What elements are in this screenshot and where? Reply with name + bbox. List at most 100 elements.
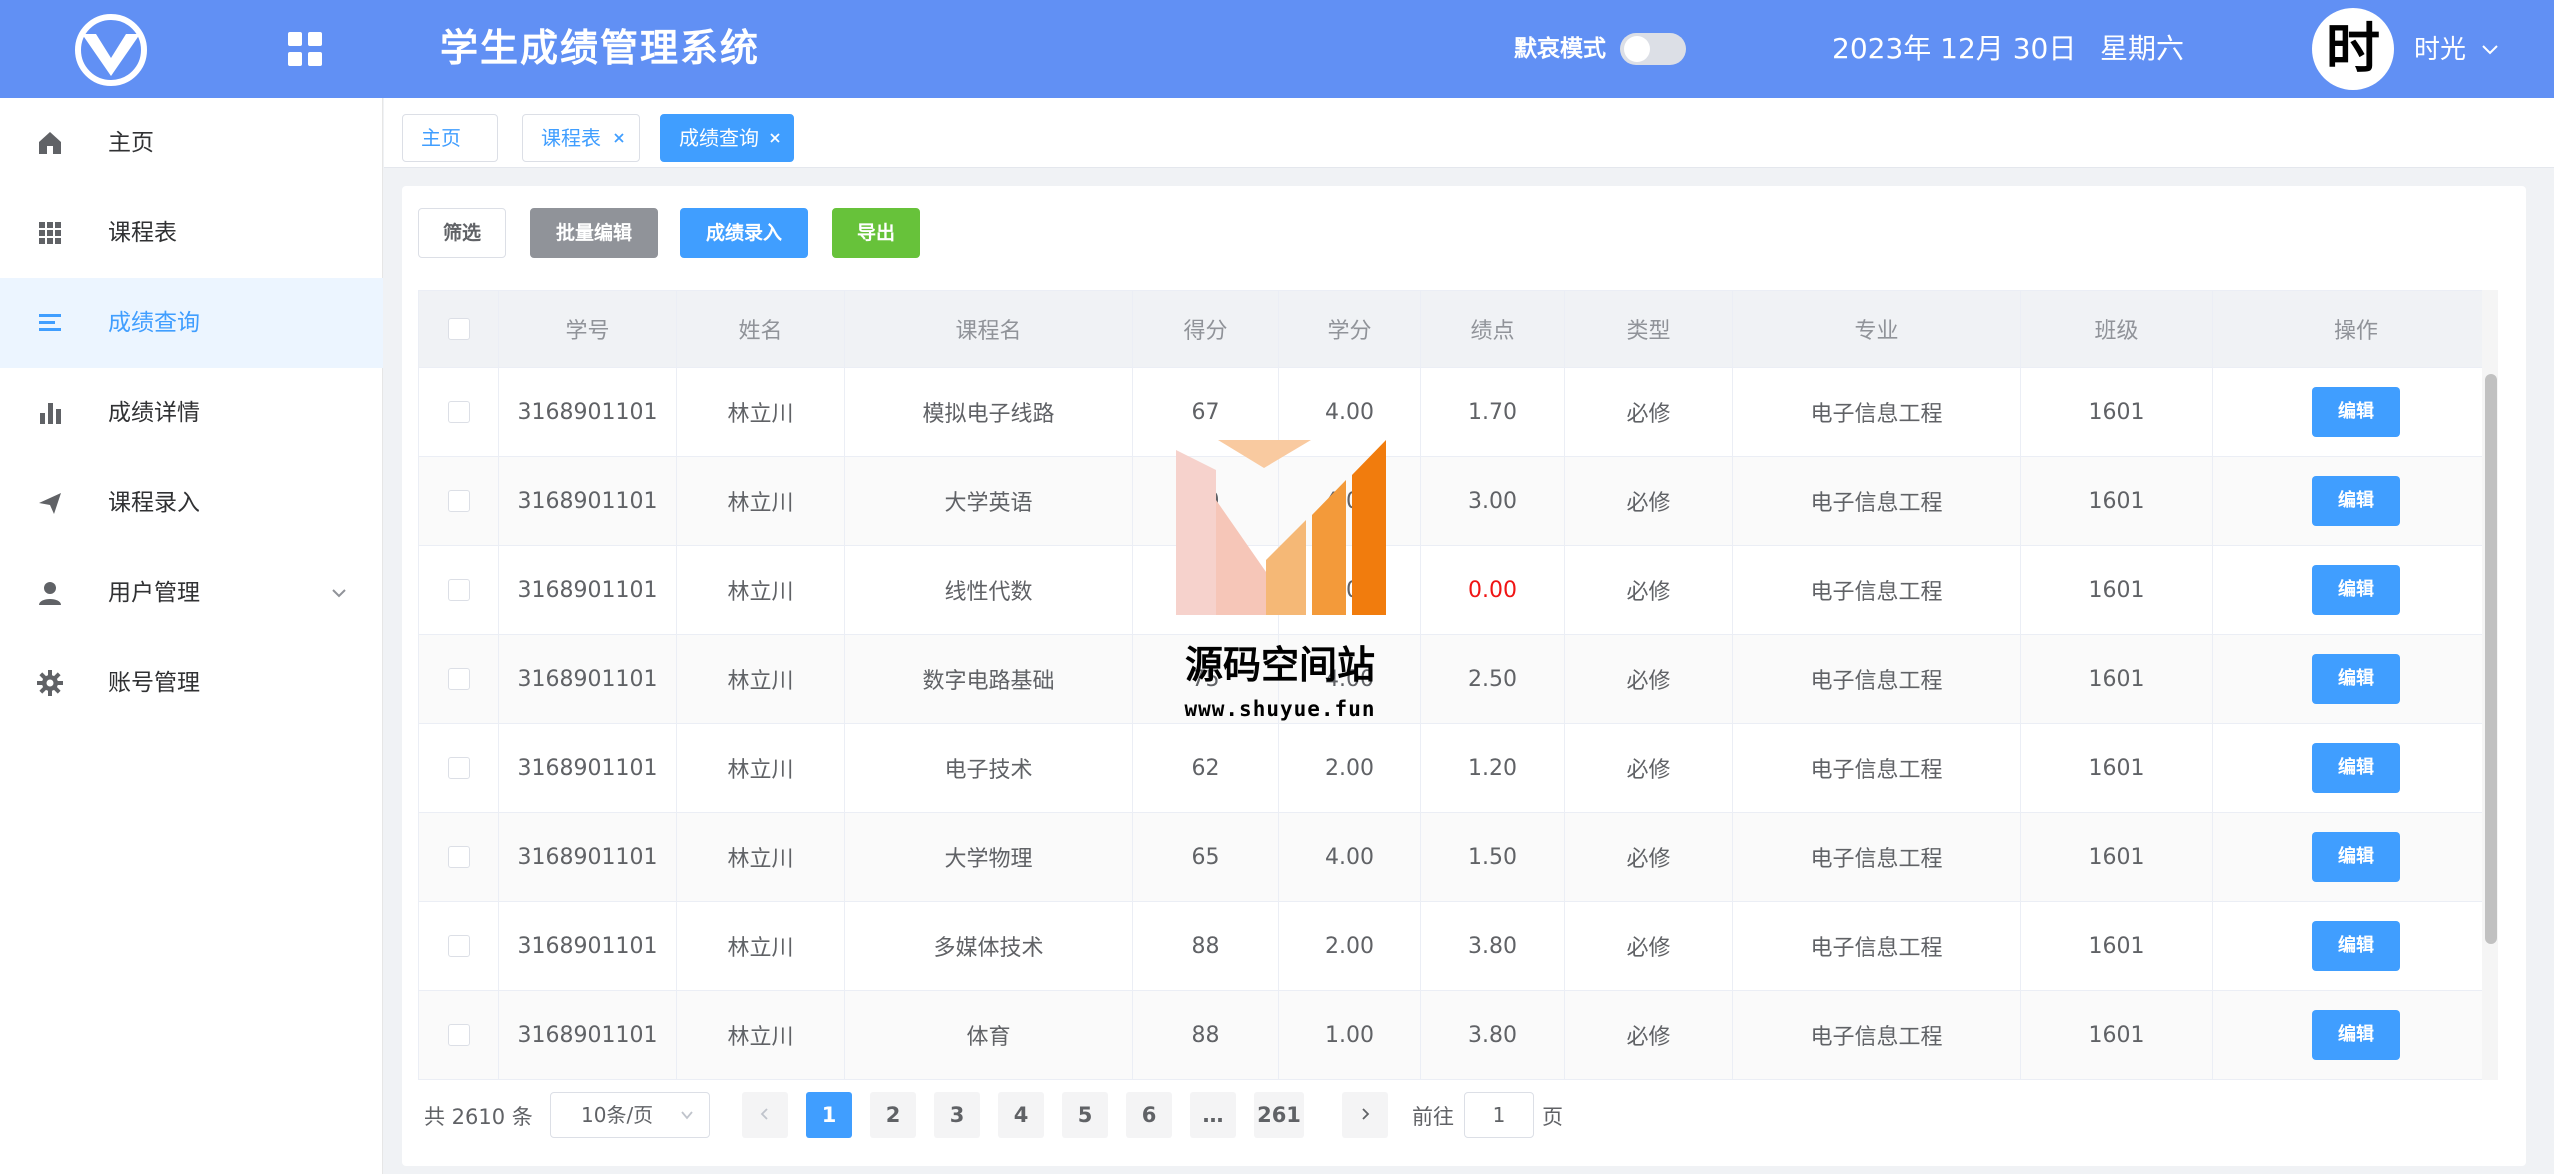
mourning-mode-toggle[interactable]: [1620, 33, 1686, 65]
row-checkbox[interactable]: [447, 668, 470, 690]
user-icon: [39, 582, 61, 605]
table-row[interactable]: 3168901101 林立川 电子技术 62 2.00 1.20 必修 电子信息工程 1601 编…: [419, 723, 2497, 812]
row-select-cell: [419, 368, 499, 456]
table-row[interactable]: 3168901101 林立川 体育 88 1.00 3.80 必修 电子信息工程 1601 编辑: [419, 990, 2497, 1079]
page-button[interactable]: 3: [934, 1092, 980, 1138]
column-header[interactable]: 得分: [1133, 291, 1279, 367]
pagination: 共 2610 条 10条/页 123456 … 261 前往 页: [402, 1092, 2526, 1142]
chevron-down-icon[interactable]: [2480, 40, 2500, 60]
table-row[interactable]: 3168901101 林立川 大学物理 65 4.00 1.50 必修 电子信息工程 1601 编…: [419, 812, 2497, 901]
row-checkbox[interactable]: [447, 1024, 470, 1046]
table-row[interactable]: 3168901101 林立川 数字电路基础 75 4.00 2.50 必修 电子信息工程 160…: [419, 634, 2497, 723]
page-size-select[interactable]: 10条/页: [550, 1092, 710, 1138]
column-header[interactable]: 班级: [2021, 291, 2213, 367]
username-dropdown[interactable]: 时光: [2414, 30, 2466, 70]
next-page-button[interactable]: [1342, 1092, 1388, 1138]
type-cell: 必修: [1565, 724, 1733, 812]
tab-label: 主页: [421, 126, 461, 150]
course-cell: 线性代数: [845, 546, 1133, 634]
edit-button[interactable]: 编辑: [2312, 565, 2400, 615]
class-cell: 1601: [2021, 813, 2213, 901]
tab-grade-query[interactable]: 成绩查询: [660, 114, 794, 162]
avatar[interactable]: 时: [2312, 8, 2394, 90]
edit-button[interactable]: 编辑: [2312, 1010, 2400, 1060]
prev-page-button[interactable]: [742, 1092, 788, 1138]
gpa-cell: 1.20: [1421, 724, 1565, 812]
table-row[interactable]: 3168901101 林立川 多媒体技术 88 2.00 3.80 必修 电子信息工程 1601…: [419, 901, 2497, 990]
column-header: 操作: [2333, 319, 2378, 344]
course-cell: 模拟电子线路: [845, 368, 1133, 456]
scrollbar-thumb[interactable]: [2485, 374, 2497, 944]
grade-entry-button[interactable]: 成绩录入: [680, 208, 808, 258]
table-scrollbar[interactable]: [2482, 290, 2498, 1080]
tab-timetable[interactable]: 课程表: [522, 114, 640, 162]
name-cell: 林立川: [677, 457, 845, 545]
close-icon[interactable]: [611, 130, 627, 146]
row-checkbox[interactable]: [447, 757, 470, 779]
filter-button[interactable]: 筛选: [418, 208, 506, 258]
action-cell: 编辑: [2213, 368, 2497, 456]
column-header[interactable]: 学分: [1279, 291, 1421, 367]
collapse-menu-icon[interactable]: [288, 32, 324, 68]
page-button[interactable]: 5: [1062, 1092, 1108, 1138]
table-row[interactable]: 3168901101林立川线性代数434.000.00必修电子信息工程1601编…: [419, 545, 2497, 634]
column-header[interactable]: 姓名: [677, 291, 845, 367]
gpa-cell: 3.80: [1421, 902, 1565, 990]
score-cell: 88: [1133, 902, 1279, 990]
class-cell: 1601: [2021, 635, 2213, 723]
column-header[interactable]: 学号: [499, 291, 677, 367]
sidebar-item-home[interactable]: 主页: [0, 98, 383, 188]
edit-button[interactable]: 编辑: [2312, 476, 2400, 526]
row-checkbox[interactable]: [447, 846, 470, 868]
page-button[interactable]: 261: [1254, 1092, 1304, 1138]
edit-button[interactable]: 编辑: [2312, 743, 2400, 793]
row-checkbox[interactable]: [447, 579, 470, 601]
sidebar-item-label: 课程录入: [108, 490, 200, 516]
course-cell: 多媒体技术: [845, 902, 1133, 990]
edit-button[interactable]: 编辑: [2312, 921, 2400, 971]
column-header[interactable]: 课程名: [845, 291, 1133, 367]
current-weekday: 星期六: [2100, 32, 2185, 65]
sidebar-item-grade-detail[interactable]: 成绩详情: [0, 368, 383, 458]
sidebar-item-account-management[interactable]: 账号管理: [0, 638, 383, 728]
gpa-cell: 1.50: [1421, 813, 1565, 901]
column-header[interactable]: 绩点: [1421, 291, 1565, 367]
page-button[interactable]: 1: [806, 1092, 852, 1138]
goto-page-input[interactable]: [1464, 1092, 1534, 1138]
edit-button[interactable]: 编辑: [2312, 387, 2400, 437]
major-cell: 电子信息工程: [1733, 368, 2021, 456]
tab-home[interactable]: 主页: [402, 114, 498, 162]
sidebar-item-label: 账号管理: [108, 670, 200, 696]
table-row[interactable]: 3168901101 林立川 模拟电子线路 67 4.00 1.70 必修 电子信息工程 160…: [419, 367, 2497, 456]
action-cell: 编辑: [2213, 635, 2497, 723]
major-cell: 电子信息工程: [1733, 635, 2021, 723]
sidebar-item-timetable[interactable]: 课程表: [0, 188, 383, 278]
export-button[interactable]: 导出: [832, 208, 920, 258]
page-button[interactable]: 6: [1126, 1092, 1172, 1138]
chevron-left-icon: [760, 1108, 768, 1120]
sidebar-item-user-management[interactable]: 用户管理: [0, 548, 383, 638]
page-button[interactable]: 4: [998, 1092, 1044, 1138]
close-icon[interactable]: [767, 130, 783, 146]
sidebar-item-course-entry[interactable]: 课程录入: [0, 458, 383, 548]
major-cell: 电子信息工程: [1733, 724, 2021, 812]
edit-button[interactable]: 编辑: [2312, 654, 2400, 704]
send-icon: [39, 493, 61, 514]
row-checkbox[interactable]: [447, 935, 470, 957]
chevron-right-icon: [1362, 1108, 1370, 1120]
sidebar-item-grade-query[interactable]: 成绩查询: [0, 278, 383, 368]
edit-button[interactable]: 编辑: [2312, 832, 2400, 882]
sidebar-item-label: 成绩详情: [108, 400, 200, 426]
row-checkbox[interactable]: [447, 490, 470, 512]
page-ellipsis[interactable]: …: [1190, 1092, 1236, 1138]
row-checkbox[interactable]: [447, 401, 470, 423]
column-header[interactable]: 类型: [1565, 291, 1733, 367]
student-id-cell: 3168901101: [499, 635, 677, 723]
select-all-checkbox[interactable]: [447, 318, 470, 340]
column-header[interactable]: 专业: [1733, 291, 2021, 367]
table-row[interactable]: 3168901101林立川大学英语804.003.00必修电子信息工程1601编…: [419, 456, 2497, 545]
page-button[interactable]: 2: [870, 1092, 916, 1138]
batch-edit-button[interactable]: 批量编辑: [530, 208, 658, 258]
toggle-knob: [1624, 36, 1650, 62]
course-cell: 大学英语: [845, 457, 1133, 545]
